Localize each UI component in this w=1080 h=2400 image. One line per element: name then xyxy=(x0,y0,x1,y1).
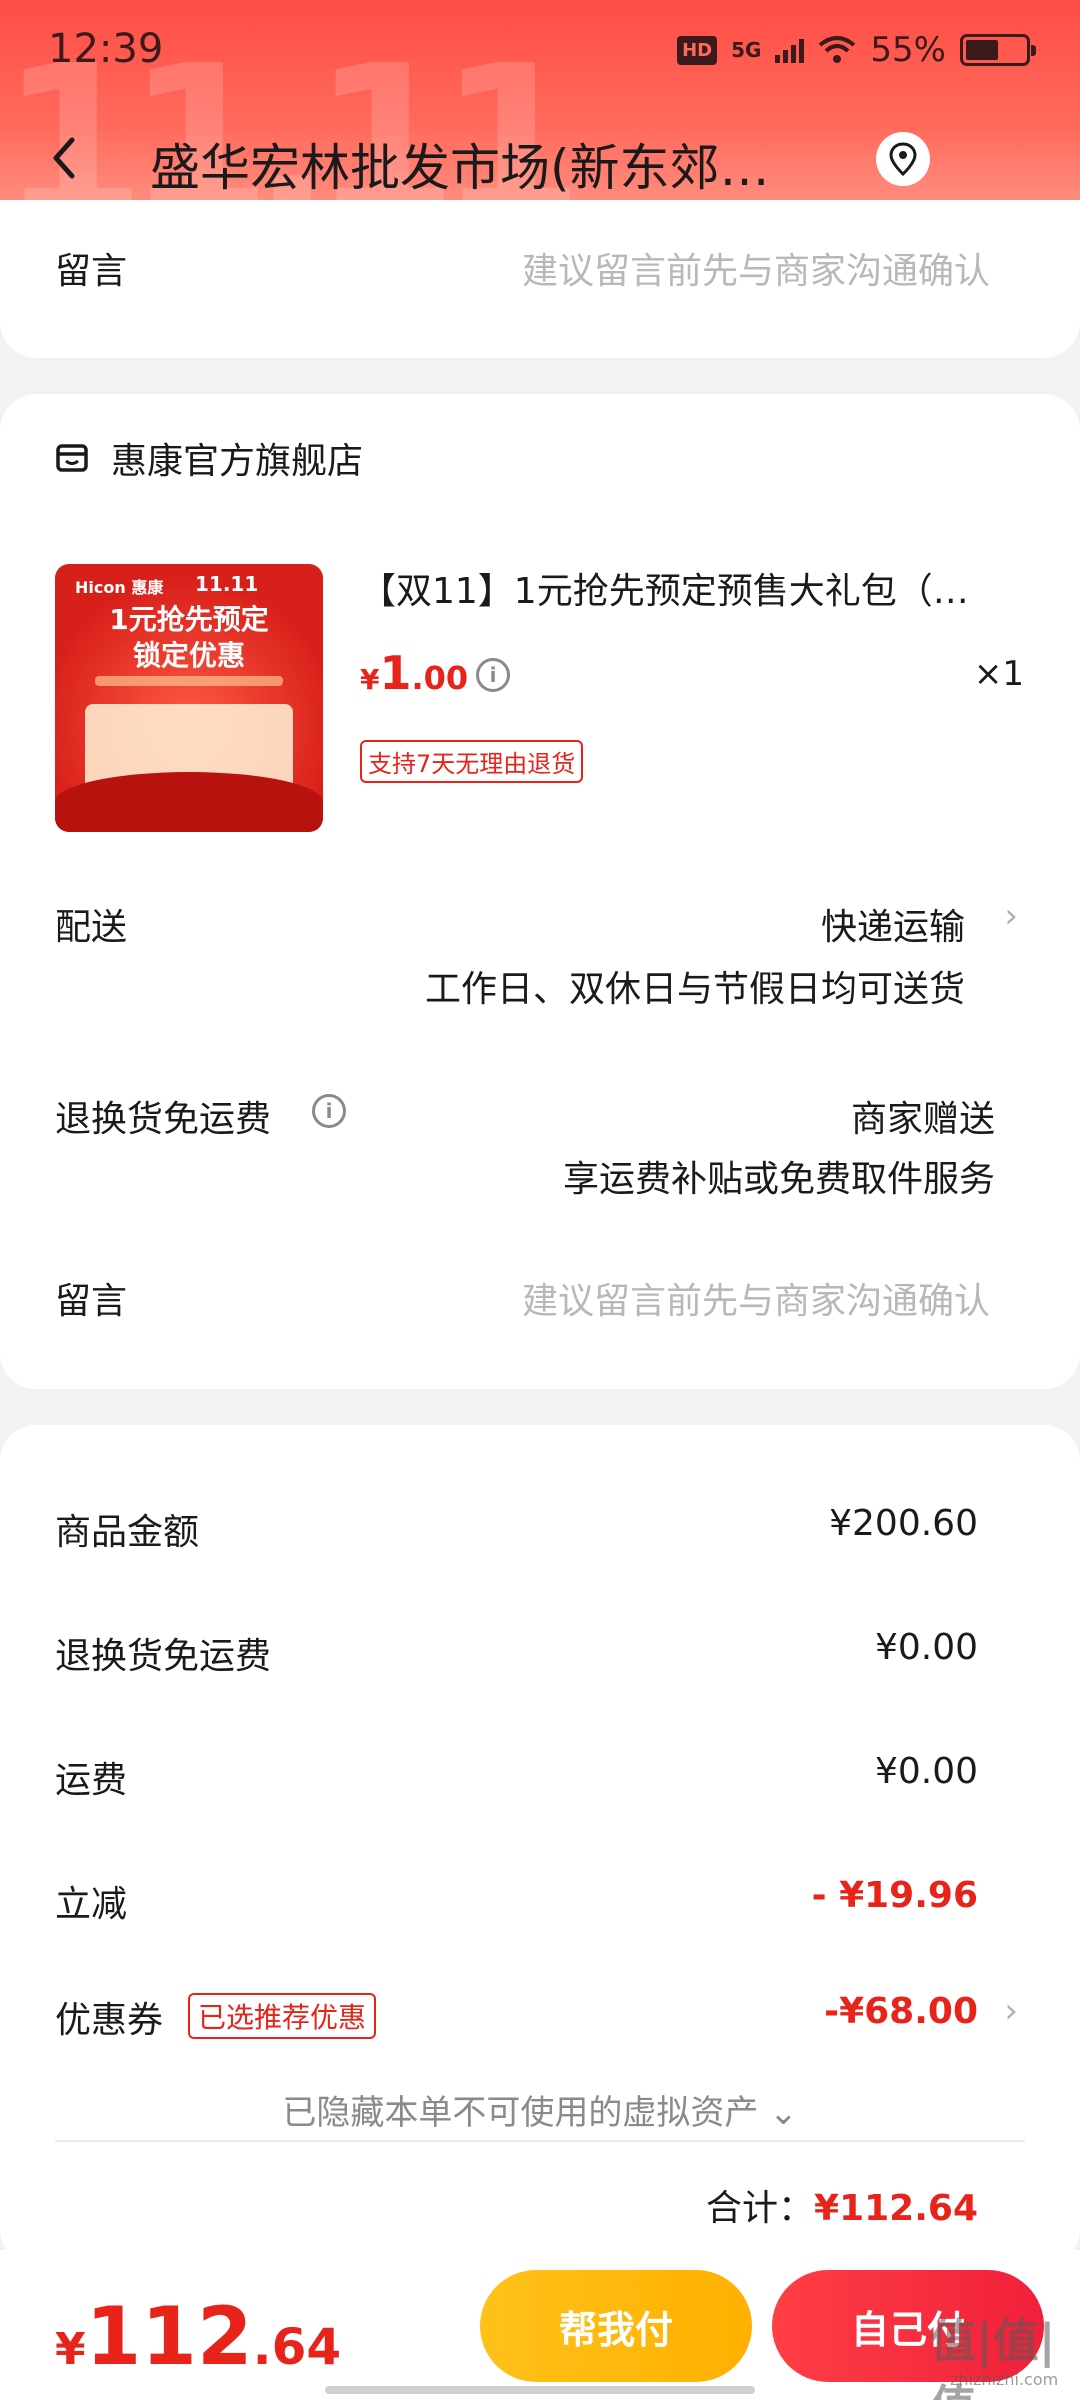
coupon-label: 优惠券 xyxy=(55,2000,164,2041)
payable-amount: ¥112.64 xyxy=(55,2290,342,2383)
shipping-fee-value: ¥0.00 xyxy=(874,1751,978,1792)
goods-amount-label: 商品金额 xyxy=(55,1512,200,1553)
location-pin-icon xyxy=(889,142,917,176)
store-header[interactable]: 惠康官方旗舰店 xyxy=(55,432,363,484)
nav-bar: 盛华宏林批发市场(新东郊… xyxy=(0,110,1080,210)
network-type: 5G xyxy=(731,38,762,62)
return-shipping-info-icon[interactable]: i xyxy=(312,1094,346,1128)
hd-icon: HD xyxy=(677,35,718,65)
discount-label: 立减 xyxy=(55,1884,128,1925)
delivery-note: 工作日、双休日与节假日均可送货 xyxy=(424,969,965,1010)
product-title[interactable]: 【双11】1元抢先预定预售大礼包（… xyxy=(360,562,1010,614)
delivery-method[interactable]: 快递运输 xyxy=(821,898,965,950)
order-summary-card: 商品金额 ¥200.60 退换货免运费 ¥0.00 运费 ¥0.00 立减 - … xyxy=(0,1425,1080,2265)
return-shipping-value: 商家赠送 xyxy=(850,1099,995,1140)
ribbon-graphic xyxy=(55,772,323,832)
return-fee-label: 退换货免运费 xyxy=(55,1636,272,1677)
divider xyxy=(55,2140,1025,2142)
signal-icon xyxy=(775,37,805,63)
product-image[interactable]: Hicon 惠康 11.11 1元抢先预定 锁定优惠 xyxy=(55,564,323,832)
return-fee-value: ¥0.00 xyxy=(874,1627,978,1668)
shipping-fee-label: 运费 xyxy=(55,1760,128,1801)
watermark-url: zhizhizhi.com xyxy=(950,2370,1059,2389)
chevron-down-icon: ⌄ xyxy=(769,2093,798,2133)
previous-store-card: 留言 建议留言前先与商家沟通确认 xyxy=(0,200,1080,358)
total-label: 合计： xyxy=(706,2188,815,2229)
store-card: 惠康官方旗舰店 Hicon 惠康 11.11 1元抢先预定 锁定优惠 【双11】… xyxy=(0,394,1080,1389)
battery-icon xyxy=(960,34,1036,66)
chevron-right-icon[interactable]: › xyxy=(1004,896,1018,936)
product-quantity: ×1 xyxy=(973,654,1024,694)
product-image-badge: 11.11 xyxy=(195,572,259,596)
product-image-brand: Hicon 惠康 xyxy=(75,578,164,597)
hidden-assets-toggle[interactable]: 已隐藏本单不可使用的虚拟资产 ⌄ xyxy=(0,2085,1080,2134)
store-message-input[interactable]: 建议留言前先与商家沟通确认 xyxy=(522,1272,990,1324)
price-info-icon[interactable]: i xyxy=(476,658,510,692)
location-button[interactable] xyxy=(876,132,930,186)
back-button[interactable] xyxy=(44,128,104,188)
goods-amount-value: ¥200.60 xyxy=(829,1503,978,1544)
wifi-icon xyxy=(819,36,856,63)
battery-percent: 55% xyxy=(870,30,946,70)
return-policy-tag: 支持7天无理由退货 xyxy=(360,740,584,783)
total-row: 合计：¥112.64 xyxy=(706,2179,978,2231)
message-label: 留言 xyxy=(55,251,128,292)
help-pay-button[interactable]: 帮我付 xyxy=(480,2270,752,2382)
discount-value: - ¥19.96 xyxy=(811,1875,978,1916)
coupon-tag: 已选推荐优惠 xyxy=(188,1993,377,2039)
bottom-action-bar: ¥112.64 帮我付 自己付 xyxy=(0,2250,1080,2400)
chevron-right-icon[interactable]: › xyxy=(1004,1991,1018,2031)
store-message-label: 留言 xyxy=(55,1281,128,1322)
home-indicator[interactable] xyxy=(325,2386,755,2394)
page-title: 盛华宏林批发市场(新东郊… xyxy=(150,139,770,197)
status-time: 12:39 xyxy=(48,26,164,72)
product-image-text: 1元抢先预定 锁定优惠 xyxy=(109,603,269,672)
return-shipping-label: 退换货免运费 xyxy=(55,1099,272,1140)
status-icons: HD 5G 55% xyxy=(677,30,1036,70)
status-bar: 12:39 HD 5G 55% xyxy=(0,0,1080,100)
delivery-label: 配送 xyxy=(55,907,128,948)
return-shipping-note: 享运费补贴或免费取件服务 xyxy=(562,1159,995,1200)
store-icon xyxy=(56,444,88,472)
total-value: ¥112.64 xyxy=(814,2188,978,2229)
chevron-left-icon xyxy=(53,137,75,179)
product-price: ¥1.00 xyxy=(360,646,469,700)
coupon-value[interactable]: -¥68.00 xyxy=(824,1991,978,2032)
header-banner: 11.11 12:39 HD 5G 55% 盛华宏林批发市场(新东郊… xyxy=(0,0,1080,230)
message-input[interactable]: 建议留言前先与商家沟通确认 xyxy=(522,242,990,294)
store-name: 惠康官方旗舰店 xyxy=(111,441,364,482)
